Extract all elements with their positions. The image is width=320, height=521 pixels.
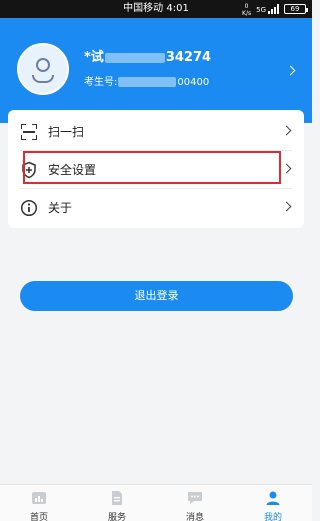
- chevron-right-icon: [281, 201, 292, 212]
- chevron-right-icon[interactable]: [285, 65, 296, 76]
- tab-bar: 首页 服务 消息 我的: [0, 484, 312, 521]
- menu-card: 扫一扫 安全设置 关于: [8, 110, 304, 228]
- logout-button[interactable]: 退出登录: [20, 281, 293, 311]
- tab-label: 首页: [29, 513, 48, 521]
- signal-icon: 5G: [256, 4, 279, 14]
- avatar[interactable]: [17, 43, 69, 95]
- username: *试 34274: [84, 50, 212, 65]
- info-icon: [20, 199, 38, 217]
- tab-label: 服务: [107, 513, 126, 521]
- tab-home[interactable]: 首页: [0, 485, 78, 521]
- tab-service[interactable]: 服务: [78, 485, 156, 521]
- net-speed: 0 K/s: [242, 2, 252, 17]
- status-bar: 中国移动 4:01 0 K/s 5G 69: [0, 0, 312, 18]
- menu-item-security[interactable]: 安全设置: [8, 150, 304, 188]
- tab-label: 消息: [185, 513, 204, 521]
- home-icon: [32, 492, 46, 504]
- profile-header[interactable]: *试 34274 考生号: 00400: [0, 18, 312, 123]
- tab-messages[interactable]: 消息: [156, 485, 234, 521]
- battery-icon: 69: [284, 4, 308, 14]
- status-icons: 0 K/s 5G 69: [242, 0, 308, 18]
- exam-number: 考生号: 00400: [84, 77, 210, 88]
- menu-item-label: 关于: [48, 201, 73, 215]
- menu-item-label: 扫一扫: [48, 125, 85, 139]
- chevron-right-icon: [281, 125, 292, 136]
- menu-item-about[interactable]: 关于: [8, 188, 304, 226]
- shield-plus-icon: [22, 161, 36, 179]
- document-icon: [112, 491, 122, 505]
- tab-label: 我的: [263, 513, 282, 521]
- menu-item-scan[interactable]: 扫一扫: [8, 112, 304, 150]
- scan-icon: [20, 123, 38, 141]
- person-icon: [266, 491, 280, 505]
- tab-mine[interactable]: 我的: [234, 485, 312, 521]
- chevron-right-icon: [281, 163, 292, 174]
- message-icon: [188, 492, 202, 504]
- menu-item-label: 安全设置: [48, 163, 97, 177]
